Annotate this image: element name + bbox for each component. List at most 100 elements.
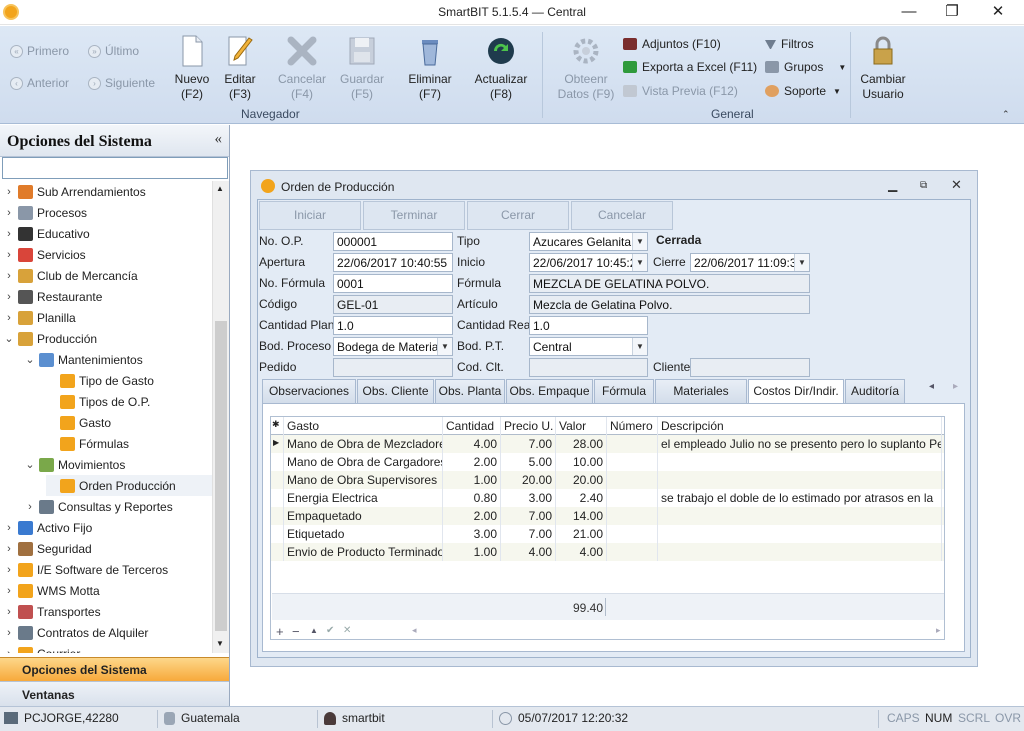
export-excel-button[interactable]: Exporta a Excel (F11) bbox=[623, 60, 757, 74]
hscroll-right-icon[interactable]: ▸ bbox=[936, 625, 941, 636]
grid-column-header[interactable]: Descripción bbox=[658, 417, 942, 435]
attachments-button[interactable]: Adjuntos (F10) bbox=[623, 37, 721, 51]
grid-cell-precio[interactable]: 5.00 bbox=[501, 453, 556, 471]
tree-scrollbar[interactable]: ▲ ▼ bbox=[212, 181, 229, 653]
grid-cell-descripcion[interactable] bbox=[658, 471, 942, 489]
new-button[interactable]: Nuevo (F2) bbox=[165, 34, 219, 102]
chevron-down-icon[interactable]: ▼ bbox=[632, 233, 647, 250]
workspace-scrollbar[interactable] bbox=[1008, 125, 1024, 706]
refresh-button[interactable]: Actualizar (F8) bbox=[472, 34, 530, 102]
change-user-button[interactable]: Cambiar Usuario bbox=[856, 34, 910, 102]
order-field[interactable] bbox=[333, 358, 453, 377]
get-data-button[interactable]: Obteenr Datos (F9) bbox=[556, 34, 616, 102]
expand-chevron-icon[interactable]: › bbox=[4, 564, 14, 576]
grid-cell-gasto[interactable]: Mano de Obra de Mezcladores bbox=[284, 435, 443, 453]
expand-chevron-icon[interactable]: ⌄ bbox=[25, 458, 35, 471]
grid-cell-numero[interactable] bbox=[607, 453, 658, 471]
sidebar-item[interactable]: › WMS Motta bbox=[4, 580, 100, 601]
grid-cell-cantidad[interactable]: 4.00 bbox=[443, 435, 501, 453]
filters-button[interactable]: Filtros bbox=[765, 37, 814, 51]
sidebar-item[interactable]: › Servicios bbox=[4, 244, 86, 265]
delete-button[interactable]: Eliminar (F7) bbox=[402, 34, 458, 102]
cancel-edit-button[interactable]: Cancelar (F4) bbox=[275, 34, 329, 102]
expand-chevron-icon[interactable]: › bbox=[4, 270, 14, 282]
sidebar-item[interactable]: › Transportes bbox=[4, 601, 101, 622]
start-button[interactable]: Iniciar bbox=[259, 201, 361, 230]
hscroll-left-icon[interactable]: ◂ bbox=[412, 625, 417, 636]
collapse-sidebar-button[interactable]: « bbox=[215, 131, 223, 148]
grid-cell-cantidad[interactable]: 2.00 bbox=[443, 507, 501, 525]
expand-chevron-icon[interactable]: › bbox=[4, 207, 14, 219]
expand-chevron-icon[interactable]: › bbox=[25, 501, 35, 513]
table-row[interactable]: ▶ Mano de Obra de Mezcladores 4.00 7.00 28.0… bbox=[271, 435, 944, 453]
expand-chevron-icon[interactable]: › bbox=[4, 522, 14, 534]
sidebar-item[interactable]: › Club de Mercancía bbox=[4, 265, 138, 286]
sidebar-item[interactable]: › Educativo bbox=[4, 223, 90, 244]
tree-scroll-thumb[interactable] bbox=[215, 321, 227, 631]
chevron-down-icon[interactable]: ▼ bbox=[794, 254, 809, 271]
grid-cell-descripcion[interactable] bbox=[658, 543, 942, 561]
grid-cell-numero[interactable] bbox=[607, 489, 658, 507]
sidebar-item[interactable]: › Procesos bbox=[4, 202, 87, 223]
grid-cell-precio[interactable]: 4.00 bbox=[501, 543, 556, 561]
grid-cell-valor[interactable]: 21.00 bbox=[556, 525, 607, 543]
grid-cell-descripcion[interactable]: se trabajo el doble de lo estimado por a… bbox=[658, 489, 942, 507]
row-indicator-icon[interactable] bbox=[271, 525, 284, 543]
form-tab[interactable]: Obs. Planta bbox=[435, 379, 505, 404]
grid-cell-valor[interactable]: 14.00 bbox=[556, 507, 607, 525]
save-button[interactable]: Guardar (F5) bbox=[335, 34, 389, 102]
grid-cell-gasto[interactable]: Empaquetado bbox=[284, 507, 443, 525]
sidebar-item[interactable]: › Restaurante bbox=[4, 286, 102, 307]
row-indicator-icon[interactable] bbox=[271, 489, 284, 507]
grid-cell-precio[interactable]: 7.00 bbox=[501, 507, 556, 525]
grid-cell-numero[interactable] bbox=[607, 543, 658, 561]
sidebar-item[interactable]: Orden Producción bbox=[46, 475, 212, 496]
table-row[interactable]: Mano de Obra Supervisores 1.00 20.00 20.00 bbox=[271, 471, 944, 489]
previous-record-button[interactable]: ‹ Anterior bbox=[10, 76, 69, 90]
form-tab[interactable]: Materiales (Real) bbox=[655, 379, 747, 421]
grid-cell-cantidad[interactable]: 1.00 bbox=[443, 543, 501, 561]
close-order-button[interactable]: Cerrar bbox=[467, 201, 569, 230]
grid-cell-valor[interactable]: 2.40 bbox=[556, 489, 607, 507]
expand-chevron-icon[interactable]: › bbox=[4, 291, 14, 303]
scroll-up-icon[interactable]: ▲ bbox=[216, 184, 224, 193]
form-tab[interactable]: Auditoría bbox=[845, 379, 905, 404]
sidebar-item[interactable]: › Seguridad bbox=[4, 538, 92, 559]
grid-cell-gasto[interactable]: Energia Electrica bbox=[284, 489, 443, 507]
grid-cell-descripcion[interactable]: el empleado Julio no se presento pero lo… bbox=[658, 435, 942, 453]
process-warehouse-select[interactable]: Bodega de Materia Prima▼ bbox=[333, 337, 453, 356]
minimize-button[interactable]: — bbox=[897, 3, 921, 21]
remove-row-icon[interactable]: − bbox=[292, 624, 300, 639]
expand-chevron-icon[interactable]: › bbox=[4, 249, 14, 261]
sidebar-item[interactable]: Fórmulas bbox=[46, 433, 129, 454]
grid-cell-descripcion[interactable] bbox=[658, 525, 942, 543]
grid-cell-descripcion[interactable] bbox=[658, 507, 942, 525]
expand-chevron-icon[interactable]: › bbox=[4, 627, 14, 639]
last-record-button[interactable]: » Último bbox=[88, 44, 139, 58]
grid-cell-cantidad[interactable]: 1.00 bbox=[443, 471, 501, 489]
expand-chevron-icon[interactable]: ⌄ bbox=[4, 332, 14, 345]
grid-cell-precio[interactable]: 3.00 bbox=[501, 489, 556, 507]
start-date-field[interactable]: 22/06/2017 10:45:29 ▼ bbox=[529, 253, 648, 272]
grid-column-header[interactable]: Precio U. bbox=[501, 417, 556, 435]
grid-cell-precio[interactable]: 7.00 bbox=[501, 525, 556, 543]
sidebar-tab-windows[interactable]: Ventanas bbox=[0, 681, 229, 706]
grid-cell-gasto[interactable]: Envio de Producto Terminado bbox=[284, 543, 443, 561]
row-indicator-icon[interactable] bbox=[271, 507, 284, 525]
expand-chevron-icon[interactable]: › bbox=[4, 648, 14, 654]
close-date-field[interactable]: 22/06/2017 11:09:32 ▼ bbox=[690, 253, 810, 272]
tab-scroll-right-icon[interactable]: ▸ bbox=[953, 381, 958, 392]
finished-goods-warehouse-select[interactable]: Central ▼ bbox=[529, 337, 648, 356]
expand-chevron-icon[interactable]: ⌄ bbox=[25, 353, 35, 366]
table-row[interactable]: Empaquetado 2.00 7.00 14.00 bbox=[271, 507, 944, 525]
sidebar-item[interactable]: Tipo de Gasto bbox=[46, 370, 154, 391]
client-code-field[interactable] bbox=[529, 358, 648, 377]
grid-cell-numero[interactable] bbox=[607, 435, 658, 453]
table-row[interactable]: Etiquetado 3.00 7.00 21.00 bbox=[271, 525, 944, 543]
expand-chevron-icon[interactable]: › bbox=[4, 228, 14, 240]
grid-cell-numero[interactable] bbox=[607, 471, 658, 489]
chevron-down-icon[interactable]: ▼ bbox=[632, 338, 647, 355]
grid-cell-valor[interactable]: 28.00 bbox=[556, 435, 607, 453]
grid-column-header[interactable]: Número bbox=[607, 417, 658, 435]
grid-cell-gasto[interactable]: Mano de Obra de Cargadores bbox=[284, 453, 443, 471]
